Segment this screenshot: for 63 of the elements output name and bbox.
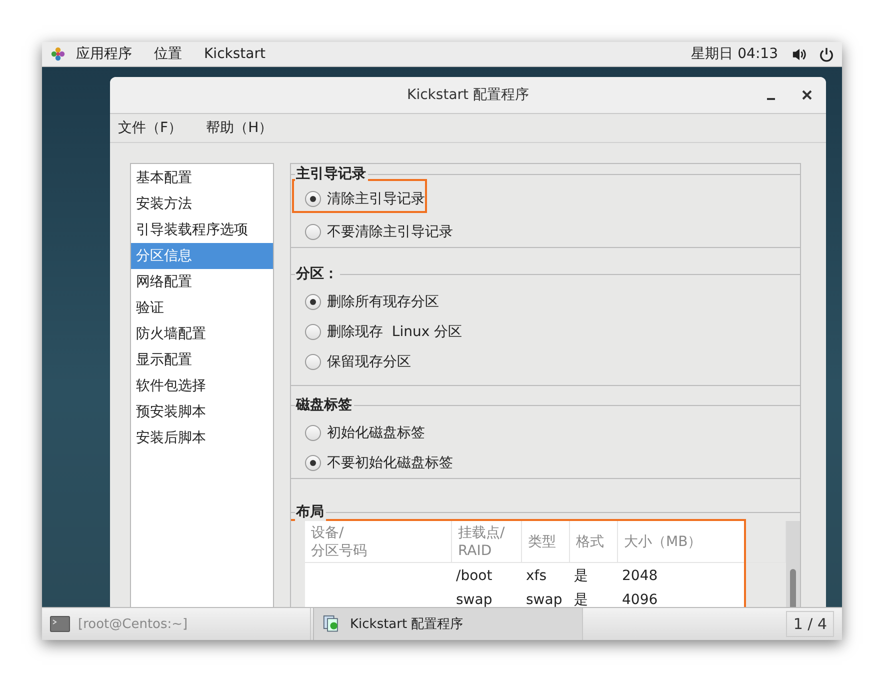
radio-label: 不要清除主引导记录: [327, 223, 453, 241]
radio-option[interactable]: 删除现存 Linux 分区: [305, 317, 462, 347]
top-menu[interactable]: 应用程序: [76, 45, 132, 63]
scrollbar[interactable]: [786, 521, 800, 607]
radio-label: 保留现存分区: [327, 353, 411, 371]
sidebar-item[interactable]: 软件包选择: [131, 373, 273, 399]
radio-label: 初始化磁盘标签: [327, 424, 425, 442]
radio-option[interactable]: 删除所有现存分区: [305, 287, 439, 317]
section-title: 布局: [295, 503, 326, 521]
radio-option[interactable]: 初始化磁盘标签: [305, 418, 425, 448]
column-header[interactable]: 挂载点/ RAID: [452, 521, 522, 563]
sidebar-item[interactable]: 预安装脚本: [131, 399, 273, 425]
clock[interactable]: 星期日 04:13: [691, 45, 778, 63]
radio-option[interactable]: 保留现存分区: [305, 347, 411, 377]
sidebar-item[interactable]: 安装方法: [131, 191, 273, 217]
sidebar-item[interactable]: 安装后脚本: [131, 425, 273, 451]
radio-label: 清除主引导记录: [327, 190, 425, 208]
section-title: 主引导记录: [295, 165, 368, 183]
radio-button[interactable]: [305, 455, 321, 471]
power-icon[interactable]: [819, 46, 834, 62]
table-cell-text: 2048: [621, 567, 659, 586]
menu-item[interactable]: 帮助（H）: [206, 119, 273, 137]
column-header[interactable]: 格式: [570, 521, 618, 563]
radio-label: 删除现存 Linux 分区: [327, 323, 462, 341]
radio-button[interactable]: [305, 294, 321, 310]
radio-option[interactable]: 不要初始化磁盘标签: [305, 448, 453, 478]
table-cell-text: xfs: [525, 567, 548, 586]
section-title: 分区：: [295, 265, 340, 283]
sidebar-item[interactable]: 验证: [131, 295, 273, 321]
radio-option[interactable]: 不要清除主引导记录: [305, 217, 453, 247]
column-header[interactable]: 类型: [522, 521, 570, 563]
sidebar-item[interactable]: 网络配置: [131, 269, 273, 295]
table-cell-text: 是: [573, 591, 589, 607]
radio-button[interactable]: [305, 425, 321, 441]
table-cell-text: swap: [455, 591, 494, 607]
workspace-switcher[interactable]: 1 / 4: [786, 611, 834, 637]
radio-label: 删除所有现存分区: [327, 293, 439, 311]
terminal-icon: [50, 615, 70, 633]
scroll-thumb[interactable]: [790, 569, 796, 607]
sidebar-item[interactable]: 引导装载程序选项: [131, 217, 273, 243]
column-header[interactable]: 设备/ 分区号码: [305, 521, 452, 563]
volume-icon[interactable]: [792, 46, 807, 62]
top-menu[interactable]: 位置: [154, 45, 182, 63]
sidebar-item[interactable]: 基本配置: [131, 165, 273, 191]
sidebar-item[interactable]: 显示配置: [131, 347, 273, 373]
radio-button[interactable]: [305, 324, 321, 340]
radio-button[interactable]: [305, 191, 321, 207]
top-menu[interactable]: Kickstart: [204, 46, 266, 62]
radio-button[interactable]: [305, 354, 321, 370]
section-title: 磁盘标签: [295, 396, 354, 414]
table-cell-text: /boot: [455, 567, 494, 586]
radio-button[interactable]: [305, 224, 321, 240]
menu-item[interactable]: 文件（F）: [118, 119, 182, 137]
table-cell-text: 是: [573, 567, 589, 586]
radio-option[interactable]: 清除主引导记录: [294, 181, 425, 211]
close-icon[interactable]: [802, 90, 812, 100]
table-cell-text: 4096: [621, 591, 659, 607]
taskbar-button[interactable]: Kickstart 配置程序: [313, 608, 583, 640]
table-cell-text: swap: [525, 591, 564, 607]
sidebar-item[interactable]: 防火墙配置: [131, 321, 273, 347]
window-title: Kickstart 配置程序: [407, 86, 529, 104]
flower-icon[interactable]: [50, 46, 66, 62]
radio-label: 不要初始化磁盘标签: [327, 454, 453, 472]
